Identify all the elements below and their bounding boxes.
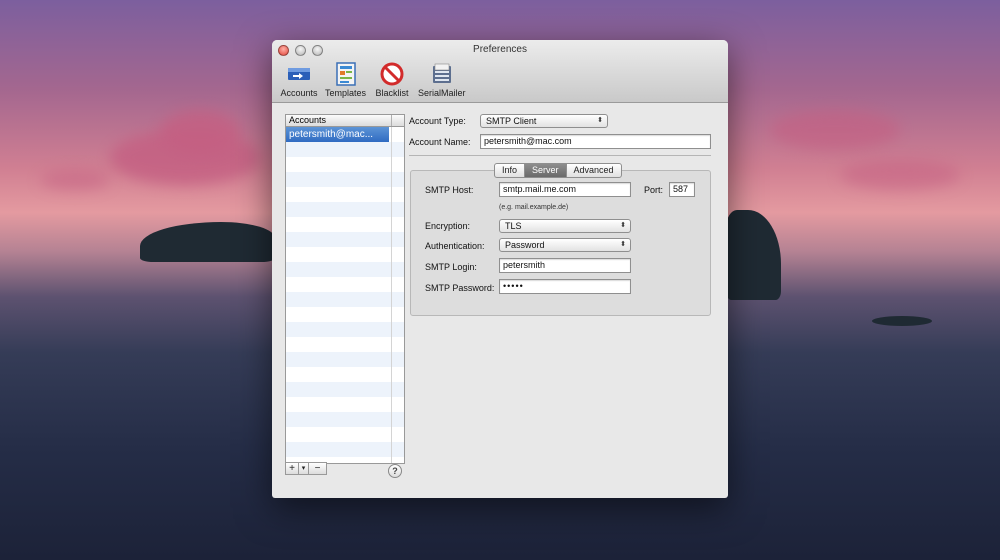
account-type-label: Account Type: [409, 116, 466, 126]
templates-icon [334, 62, 358, 86]
toolbar-label: Blacklist [375, 88, 409, 98]
toolbar-item-accounts[interactable]: Accounts [276, 62, 322, 98]
toolbar: Accounts Templates Blacklist SerialMaile… [276, 62, 469, 98]
port-label: Port: [644, 185, 664, 195]
toolbar-item-serialmailer[interactable]: SerialMailer [415, 62, 469, 98]
toolbar-label: SerialMailer [418, 88, 466, 98]
add-account-button[interactable]: + [285, 462, 298, 475]
accounts-icon [287, 62, 311, 86]
separator [409, 155, 711, 156]
accounts-list-rows: petersmith@mac... [286, 127, 404, 463]
toolbar-item-templates[interactable]: Templates [322, 62, 369, 98]
smtp-login-label: SMTP Login: [425, 262, 477, 272]
smtp-host-hint: (e.g. mail.example.de) [499, 204, 569, 211]
help-button[interactable]: ? [388, 464, 402, 478]
popup-arrows-icon: ⬍ [620, 241, 626, 248]
account-name-label: Account Name: [409, 137, 471, 147]
toolbar-item-blacklist[interactable]: Blacklist [369, 62, 415, 98]
add-account-menu-button[interactable]: ▾ [298, 462, 309, 475]
settings-tabs: Info Server Advanced [494, 163, 622, 178]
encryption-popup[interactable]: TLS ⬍ [499, 219, 631, 233]
list-buttons: + ▾ − [285, 462, 327, 475]
account-type-value: SMTP Client [486, 116, 537, 126]
smtp-login-field[interactable]: petersmith [499, 258, 631, 273]
toolbar-label: Templates [325, 88, 367, 98]
encryption-label: Encryption: [425, 221, 471, 231]
account-name-field[interactable]: petersmith@mac.com [480, 134, 711, 149]
preferences-window: Preferences Accounts Templates Blacklist… [272, 40, 728, 498]
list-item[interactable]: petersmith@mac... [286, 127, 389, 142]
authentication-label: Authentication: [425, 241, 485, 251]
smtp-password-field[interactable]: ••••• [499, 279, 631, 294]
smtp-password-label: SMTP Password: [425, 283, 495, 293]
port-field[interactable]: 587 [669, 182, 695, 197]
smtp-host-field[interactable]: smtp.mail.me.com [499, 182, 631, 197]
toolbar-label: Accounts [280, 88, 318, 98]
title-bar: Preferences Accounts Templates Blacklist… [272, 40, 728, 103]
serialmailer-icon [430, 62, 454, 86]
blacklist-icon [380, 62, 404, 86]
window-title: Preferences [473, 44, 527, 55]
popup-arrows-icon: ⬍ [620, 222, 626, 229]
remove-account-button[interactable]: − [309, 462, 327, 475]
accounts-list[interactable]: Accounts petersmith@mac... [285, 114, 405, 464]
popup-arrows-icon: ⬍ [597, 117, 603, 124]
tab-info[interactable]: Info [495, 164, 526, 177]
account-type-popup[interactable]: SMTP Client ⬍ [480, 114, 608, 128]
tab-server[interactable]: Server [525, 164, 567, 177]
authentication-popup[interactable]: Password ⬍ [499, 238, 631, 252]
authentication-value: Password [505, 240, 545, 250]
tab-advanced[interactable]: Advanced [567, 164, 621, 177]
encryption-value: TLS [505, 221, 522, 231]
accounts-list-header[interactable]: Accounts [286, 115, 404, 127]
smtp-host-label: SMTP Host: [425, 185, 474, 195]
